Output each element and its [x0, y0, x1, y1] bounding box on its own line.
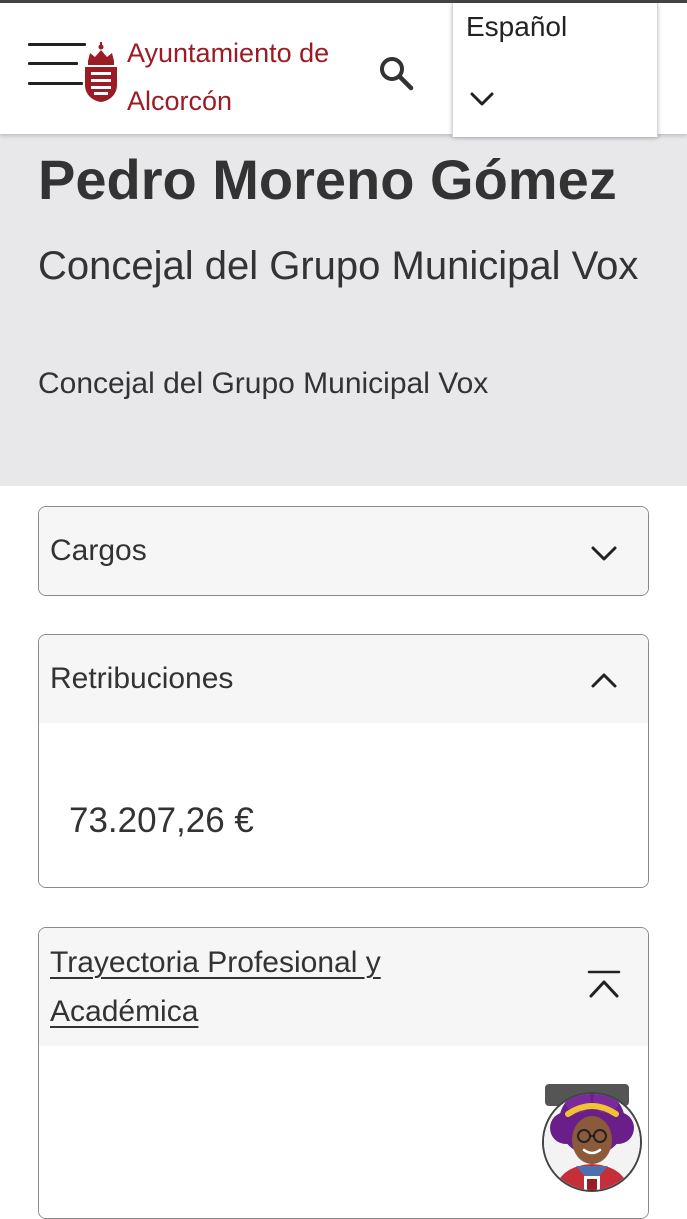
accordion-retribuciones-header[interactable]: Retribuciones	[39, 635, 648, 723]
profile-title-band: Pedro Moreno Gómez Concejal del Grupo Mu…	[0, 134, 687, 486]
accordion-cargos-title: Cargos	[50, 534, 147, 567]
accordion-trayectoria-header[interactable]: Trayectoria Profesional y Académica	[39, 928, 648, 1046]
salary-amount: 73.207,26 €	[69, 801, 254, 840]
accordion-trayectoria-title: Trayectoria Profesional y Académica	[50, 938, 381, 1036]
municipal-crest-icon	[85, 42, 117, 102]
site-brand-link[interactable]: Ayuntamiento de Alcorcón	[127, 29, 329, 125]
menu-bar-bottom	[28, 82, 83, 85]
accordion-retribuciones: Retribuciones 73.207,26 €	[38, 634, 649, 888]
chevron-down-icon	[591, 546, 617, 561]
accordion-retribuciones-title: Retribuciones	[50, 662, 234, 695]
search-icon[interactable]	[376, 53, 416, 93]
language-selector[interactable]: Español	[452, 3, 658, 137]
site-header: Ayuntamiento de Alcorcón Español	[0, 3, 687, 137]
brand-line-1: Ayuntamiento de	[127, 38, 330, 68]
chevron-up-icon	[587, 970, 621, 998]
accordion-retribuciones-body: 73.207,26 €	[39, 723, 648, 887]
accordion-cargos-header[interactable]: Cargos	[39, 507, 648, 595]
brand-line-2: Alcorcón	[127, 86, 233, 116]
accordion-cargos: Cargos	[38, 506, 649, 596]
trayectoria-title-line-1: Trayectoria Profesional y	[50, 946, 381, 979]
virtual-assistant-avatar-icon[interactable]	[540, 1084, 642, 1194]
menu-bar-top	[28, 43, 86, 46]
language-selected-label: Español	[466, 11, 568, 42]
menu-button[interactable]	[28, 41, 86, 87]
page-title: Pedro Moreno Gómez	[38, 148, 617, 211]
trayectoria-title-line-2: Académica	[50, 995, 199, 1028]
chevron-down-icon	[470, 92, 494, 106]
chevron-up-icon	[591, 673, 617, 688]
role-subheading: Concejal del Grupo Municipal Vox	[38, 367, 489, 400]
menu-bar-middle	[28, 62, 78, 65]
role-heading: Concejal del Grupo Municipal Vox	[38, 244, 639, 288]
